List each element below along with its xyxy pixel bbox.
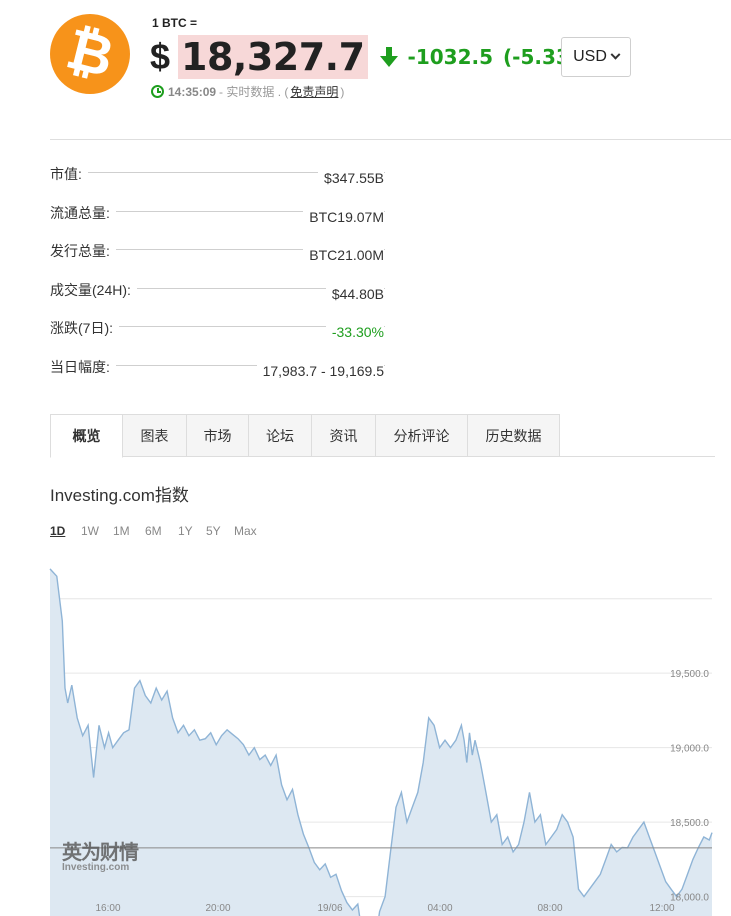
range-1y[interactable]: 1Y — [178, 524, 193, 538]
stat-label: 流通总量: — [50, 202, 116, 223]
stat-value: $347.55B — [318, 170, 384, 186]
unit-label: 1 BTC = — [152, 16, 198, 30]
x-tick-label: 20:00 — [205, 903, 230, 914]
x-tick-label: 12:00 — [649, 903, 674, 914]
x-tick-label: 04:00 — [427, 903, 452, 914]
stat-row-change-7d: 涨跌(7日): -33.30% — [50, 312, 385, 351]
status-text: - 实时数据 . ( — [219, 85, 289, 99]
bitcoin-logo-icon: ₿ — [50, 14, 130, 94]
x-tick-label: 16:00 — [95, 903, 120, 914]
realtime-status: 14:35:09 - 实时数据 . ( 免责声明 ) — [151, 83, 344, 100]
tab-forum[interactable]: 论坛 — [249, 414, 312, 457]
chart-title: Investing.com指数 — [50, 486, 189, 505]
area-fill — [50, 568, 712, 916]
range-5y[interactable]: 5Y — [206, 524, 221, 538]
stat-label: 发行总量: — [50, 241, 116, 262]
watermark-subtitle: Investing.com — [62, 862, 130, 873]
stat-label: 市值: — [50, 164, 88, 184]
y-tick-label: 18,500.0 — [670, 818, 709, 829]
stat-value: $44.80B — [325, 285, 384, 302]
x-tick-label: 19/06 — [317, 903, 342, 914]
currency-sign: $ — [150, 36, 171, 77]
range-1w[interactable]: 1W — [81, 524, 99, 538]
update-time: 14:35:09 — [168, 84, 217, 99]
stat-label: 当日幅度: — [50, 356, 116, 377]
stat-row-max-supply: 发行总量: BTC21.00M — [50, 235, 385, 274]
tab-chart[interactable]: 图表 — [123, 414, 187, 457]
disclaimer-link[interactable]: 免责声明 — [290, 83, 338, 100]
current-price: 18,327.7 — [178, 35, 368, 79]
tab-market[interactable]: 市场 — [187, 414, 249, 457]
tab-analysis[interactable]: 分析评论 — [376, 414, 468, 457]
stat-row-circulating-supply: 流通总量: BTC19.07M — [50, 197, 385, 236]
y-tick-label: 18,000.0 — [670, 893, 709, 904]
chevron-down-icon — [610, 49, 621, 60]
price-change: -1032.5 — [407, 45, 494, 69]
tab-overview[interactable]: 概览 — [50, 414, 123, 458]
range-1d[interactable]: 1D — [50, 524, 65, 538]
y-tick-label: 19,000.0 — [670, 744, 709, 755]
status-close: ) — [340, 84, 345, 99]
currency-select-value: USD — [573, 48, 607, 65]
range-6m[interactable]: 6M — [145, 524, 162, 538]
stat-row-market-cap: 市值: $347.55B — [50, 158, 385, 197]
range-1m[interactable]: 1M — [113, 524, 130, 538]
stat-row-volume-24h: 成交量(24H): $44.80B — [50, 274, 385, 313]
x-tick-label: 08:00 — [537, 903, 562, 914]
tab-news[interactable]: 资讯 — [312, 414, 376, 457]
y-tick-label: 19,500.0 — [670, 669, 709, 680]
price-row: $ 18,327.7 -1032.5 (-5.33%) — [150, 33, 599, 81]
stat-value: 17,983.7 - 19,169.5 — [256, 362, 384, 379]
stat-value: BTC19.07M — [303, 208, 384, 225]
stat-value: BTC21.00M — [303, 247, 384, 264]
clock-icon — [151, 85, 164, 98]
stat-label: 成交量(24H): — [50, 279, 137, 300]
stat-label: 涨跌(7日): — [50, 318, 119, 339]
stat-value: -33.30% — [325, 324, 384, 341]
stat-row-day-range: 当日幅度: 17,983.7 - 19,169.5 — [50, 351, 385, 390]
watermark-title: 英为财情 — [62, 840, 139, 864]
down-arrow-icon — [379, 46, 398, 68]
stats-list: 市值: $347.55B 流通总量: BTC19.07M 发行总量: BTC21… — [50, 158, 385, 390]
tab-bar: 概览 图表 市场 论坛 资讯 分析评论 历史数据 — [50, 414, 715, 458]
tab-historical-data[interactable]: 历史数据 — [468, 414, 560, 457]
divider — [50, 139, 731, 140]
bitcoin-glyph: ₿ — [60, 16, 121, 91]
range-max[interactable]: Max — [234, 524, 257, 538]
currency-select[interactable]: USD — [561, 37, 631, 77]
watermark: 英为财情 Investing.com — [62, 836, 139, 873]
